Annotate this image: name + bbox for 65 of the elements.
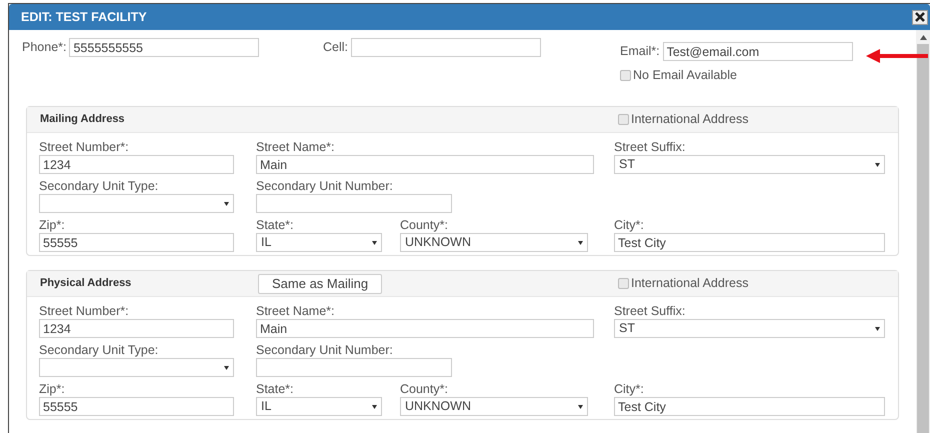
field-label: City*: xyxy=(614,218,645,233)
field-label: Zip*: xyxy=(39,218,66,233)
text-field[interactable]: Test City xyxy=(614,397,885,416)
panel-title: Mailing Address xyxy=(40,112,126,128)
text-field[interactable]: 55555 xyxy=(39,233,234,252)
text-field[interactable] xyxy=(256,358,452,377)
dropdown[interactable]: UNKNOWN xyxy=(400,233,588,252)
field-label: Street Name*: xyxy=(256,140,336,155)
scrollbar[interactable] xyxy=(916,30,930,433)
caret-icon xyxy=(224,366,229,370)
field-label: Street Number*: xyxy=(39,140,130,155)
caret-icon xyxy=(224,202,229,206)
caret-icon xyxy=(372,240,377,244)
field-label: County*: xyxy=(400,218,449,233)
text-field[interactable]: 1234 xyxy=(39,155,234,174)
field-label: Secondary Unit Number: xyxy=(256,343,394,358)
field-label: Street Suffix: xyxy=(614,140,686,155)
text-field[interactable]: 1234 xyxy=(39,319,234,338)
text-field[interactable]: 55555 xyxy=(39,397,234,416)
caret-icon xyxy=(372,404,377,408)
email-label: Email*: xyxy=(620,44,660,59)
phone-label: Phone*: xyxy=(22,40,66,55)
field-label: Street Suffix: xyxy=(614,304,686,319)
field-label: Secondary Unit Type: xyxy=(39,179,160,194)
field-label: Secondary Unit Number: xyxy=(256,179,394,194)
international-address-label: International Address xyxy=(631,276,748,291)
dropdown[interactable] xyxy=(39,194,234,213)
window-title: EDIT: TEST FACILITY xyxy=(21,8,147,26)
dropdown[interactable]: ST xyxy=(614,155,885,174)
field-label: County*: xyxy=(400,382,449,397)
pointer-arrow xyxy=(866,48,928,64)
text-field[interactable]: Main xyxy=(256,319,594,338)
checkbox[interactable] xyxy=(618,114,629,125)
field-label: Street Number*: xyxy=(39,304,130,319)
no-email-label: No Email Available xyxy=(633,68,737,83)
international-address-label: International Address xyxy=(631,112,748,127)
dropdown[interactable]: UNKNOWN xyxy=(400,397,588,416)
field-label: State*: xyxy=(256,218,295,233)
panel-title: Physical Address xyxy=(40,276,132,292)
field-label: Street Name*: xyxy=(256,304,336,319)
text-field[interactable]: Test City xyxy=(614,233,885,252)
same-as-mailing-button[interactable]: Same as Mailing xyxy=(258,274,382,294)
field-label: Zip*: xyxy=(39,382,66,397)
field-label: City*: xyxy=(614,382,645,397)
cell-field[interactable] xyxy=(351,38,542,57)
caret-icon xyxy=(875,162,880,166)
dropdown[interactable] xyxy=(39,358,234,377)
dropdown[interactable]: IL xyxy=(256,233,382,252)
scrollbar-thumb[interactable] xyxy=(917,44,929,433)
email-field[interactable]: Test@email.com xyxy=(662,42,853,61)
field-label: State*: xyxy=(256,382,295,397)
field-label: Secondary Unit Type: xyxy=(39,343,160,358)
dropdown[interactable]: ST xyxy=(614,319,885,338)
text-field[interactable]: Main xyxy=(256,155,594,174)
dropdown[interactable]: IL xyxy=(256,397,382,416)
checkbox[interactable] xyxy=(620,70,631,81)
caret-icon xyxy=(578,240,583,244)
caret-icon xyxy=(875,326,880,330)
checkbox[interactable] xyxy=(618,278,629,289)
phone-field[interactable]: 5555555555 xyxy=(69,38,260,57)
close-button[interactable] xyxy=(912,10,928,24)
text-field[interactable] xyxy=(256,194,452,213)
scroll-up-icon[interactable] xyxy=(920,35,926,40)
cell-label: Cell: xyxy=(323,40,348,55)
caret-icon xyxy=(578,404,583,408)
